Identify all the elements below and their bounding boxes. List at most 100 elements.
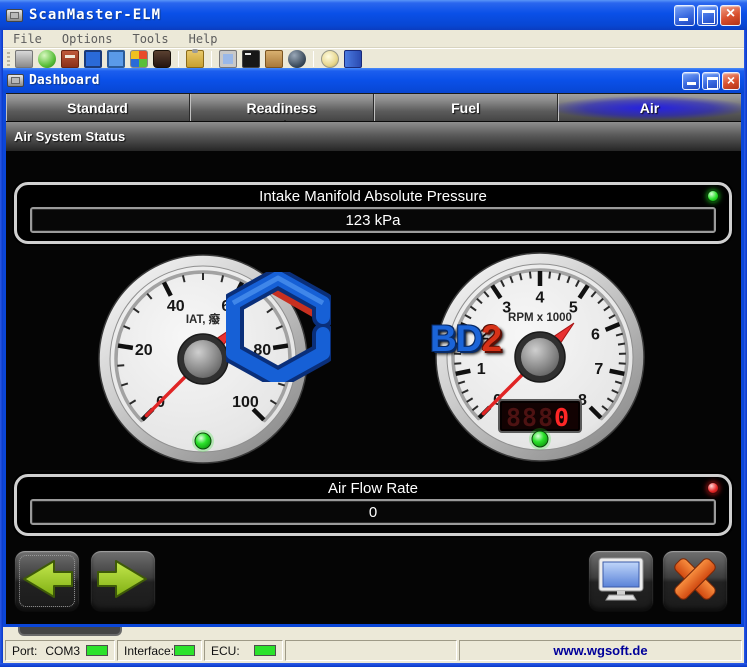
status-value: COM3 (45, 644, 80, 658)
status-segment-port: Port: COM3 (5, 640, 115, 661)
dashboard-minimize-button[interactable] (682, 72, 700, 90)
exit-dashboard-button[interactable] (662, 550, 728, 612)
monitor-icon (595, 556, 647, 607)
tab-readiness[interactable]: Readiness (190, 94, 374, 121)
website-link[interactable]: www.wgsoft.de (553, 643, 647, 658)
menu-options[interactable]: Options (52, 32, 123, 46)
obd2-logo-two: 2 (481, 318, 501, 359)
prev-page-button[interactable] (14, 550, 80, 612)
main-close-button[interactable] (720, 5, 741, 26)
status-label: ECU: (211, 644, 240, 658)
dashboard-maximize-button[interactable] (702, 72, 720, 90)
toolbar-separator (178, 51, 179, 67)
dashboard-window: Dashboard Standard Readiness Fuel Air Air S… (3, 68, 744, 627)
section-title: Air System Status (14, 129, 125, 144)
status-label: Port: (12, 644, 37, 658)
gauge-led-icon (192, 430, 214, 452)
menu-help[interactable]: Help (179, 32, 228, 46)
main-minimize-button[interactable] (674, 5, 695, 26)
pre-status-strip (3, 627, 744, 638)
status-bar: Port: COM3 Interface: ECU: www.wgsoft.de (3, 638, 744, 663)
main-maximize-button[interactable] (697, 5, 718, 26)
tab-fuel[interactable]: Fuel (374, 94, 558, 121)
gauge-unit-label: IAT, 癈 (186, 312, 221, 326)
terminal-black-icon[interactable] (242, 50, 260, 68)
dashboard-titlebar: Dashboard (3, 68, 744, 93)
ink-bottle-icon[interactable] (153, 50, 171, 68)
background-window-edge (18, 627, 122, 636)
next-page-button[interactable] (90, 550, 156, 612)
status-led-icon (174, 645, 195, 656)
left-arrow-icon (18, 556, 76, 607)
svg-text:4: 4 (536, 290, 545, 307)
obd2-text-logo: BD2 (430, 318, 550, 364)
close-x-icon (669, 556, 721, 607)
dashboard-body: Intake Manifold Absolute Pressure 123 kP… (6, 151, 741, 624)
svg-text:40: 40 (167, 298, 185, 315)
globe-dark-icon[interactable] (288, 50, 306, 68)
airflow-status-led-icon (707, 482, 719, 494)
gauge-led-icon (529, 428, 551, 450)
status-segment-empty (285, 640, 457, 661)
right-arrow-icon (94, 556, 152, 607)
main-titlebar: ScanMaster-ELM (0, 0, 747, 30)
tab-bar: Standard Readiness Fuel Air (6, 93, 741, 121)
tab-label: Fuel (451, 100, 480, 116)
status-label: Interface: (124, 644, 174, 658)
gauge-digital-display: 8880 (499, 400, 581, 432)
windows-logo-icon[interactable] (130, 50, 148, 68)
globe-green-icon[interactable] (38, 50, 56, 68)
svg-text:0: 0 (554, 403, 570, 432)
tab-label: Readiness (246, 100, 316, 116)
airflow-panel: Air Flow Rate 0 (14, 474, 732, 536)
dashboard-chip-icon (7, 74, 24, 87)
notebook-red-icon[interactable] (61, 50, 79, 68)
display-blue-icon[interactable] (84, 50, 102, 68)
dashboard-close-button[interactable] (722, 72, 740, 90)
svg-text:20: 20 (135, 342, 153, 359)
obd2-logo-bd: BD (430, 318, 481, 359)
tab-standard[interactable]: Standard (6, 94, 190, 121)
display-teal-icon[interactable] (107, 50, 125, 68)
status-segment-website: www.wgsoft.de (459, 640, 742, 661)
chip-icon[interactable] (15, 50, 33, 68)
app-chip-icon (6, 9, 23, 22)
dashboard-title: Dashboard (29, 73, 99, 88)
imap-panel: Intake Manifold Absolute Pressure 123 kP… (14, 182, 732, 244)
obd2-hexagon-logo-icon (226, 272, 331, 382)
monitor-gray-icon[interactable] (219, 50, 237, 68)
status-segment-interface: Interface: (117, 640, 202, 661)
tab-air[interactable]: Air (558, 94, 741, 121)
clipboard-icon[interactable] (186, 50, 204, 68)
toolbar-grip-icon (7, 52, 10, 66)
status-led-icon (254, 645, 276, 656)
bulb-icon[interactable] (321, 50, 339, 68)
scanmaster-app: { "window": { "title": "ScanMaster-ELM",… (0, 0, 747, 667)
status-led-icon (86, 645, 108, 656)
svg-text:888: 888 (506, 403, 554, 432)
menu-file[interactable]: File (3, 32, 52, 46)
airflow-panel-title: Air Flow Rate (17, 480, 729, 497)
monitor-view-button[interactable] (588, 550, 654, 612)
window-border-bottom (0, 663, 747, 667)
svg-text:100: 100 (232, 394, 259, 411)
airflow-value: 0 (369, 504, 377, 521)
imap-value: 123 kPa (345, 212, 400, 229)
section-header: Air System Status (6, 121, 741, 151)
airflow-value-box: 0 (30, 499, 716, 525)
svg-text:6: 6 (591, 327, 600, 344)
imap-value-box: 123 kPa (30, 207, 716, 233)
tab-label: Standard (67, 100, 128, 116)
imap-status-led-icon (707, 190, 719, 202)
tab-label: Air (640, 100, 659, 116)
package-brown-icon[interactable] (265, 50, 283, 68)
svg-text:7: 7 (594, 361, 603, 378)
imap-panel-title: Intake Manifold Absolute Pressure (17, 188, 729, 205)
menu-tools[interactable]: Tools (122, 32, 178, 46)
toolbar-separator (313, 51, 314, 67)
menu-bar: FileOptionsToolsHelp (3, 30, 744, 48)
toolbar (3, 48, 744, 68)
toolbar-separator (211, 51, 212, 67)
main-window-title: ScanMaster-ELM (29, 7, 161, 23)
book-blue-icon[interactable] (344, 50, 362, 68)
